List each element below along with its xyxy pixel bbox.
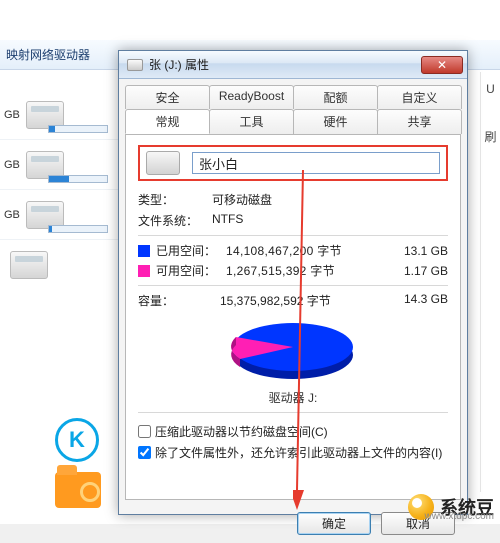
drive-usage-bar: [48, 175, 108, 183]
drive-item[interactable]: GB: [0, 90, 130, 140]
cap-human: 14.3 GB: [392, 292, 448, 309]
drive-size-label: GB: [4, 159, 20, 171]
drive-icon: [127, 59, 143, 71]
index-checkbox[interactable]: [138, 446, 151, 459]
drive-size-label: GB: [4, 109, 20, 121]
index-checkbox-row[interactable]: 除了文件属性外，还允许索引此驱动器上文件的内容(I): [138, 444, 448, 461]
fs-key: 文件系统：: [138, 212, 202, 229]
type-val: 可移动磁盘: [212, 191, 272, 208]
k-letter: K: [69, 427, 85, 453]
dialog-tabs: 安全 ReadyBoost 配额 自定义 常规 工具 硬件 共享: [119, 79, 467, 134]
drive-name-row: [138, 145, 448, 181]
drive-usage-bar: [48, 125, 108, 133]
tab-sharing[interactable]: 共享: [377, 109, 462, 134]
drive-item[interactable]: GB: [0, 190, 130, 240]
drive-properties-dialog: 张 (J:) 属性 ✕ 安全 ReadyBoost 配额 自定义 常规 工具 硬…: [118, 50, 468, 515]
explorer-right-strip: U 刷: [480, 72, 500, 492]
right-label-1: U: [481, 82, 500, 96]
tab-customize[interactable]: 自定义: [377, 85, 462, 109]
tab-general[interactable]: 常规: [125, 109, 210, 134]
used-human: 13.1 GB: [392, 244, 448, 258]
drive-size-label: GB: [4, 209, 20, 221]
used-bytes: 14,108,467,200 字节: [226, 242, 386, 259]
tab-readyboost[interactable]: ReadyBoost: [209, 85, 294, 109]
tab-hardware[interactable]: 硬件: [293, 109, 378, 134]
free-swatch: [138, 265, 150, 277]
watermark-url: www.xtdpc.com: [425, 511, 494, 522]
drive-icon: [146, 151, 180, 175]
hdd-icon: [10, 251, 48, 279]
watermark: 系统豆 www.xtdpc.com: [408, 494, 494, 520]
dialog-title: 张 (J:) 属性: [149, 56, 415, 73]
free-human: 1.17 GB: [392, 264, 448, 278]
compress-checkbox[interactable]: [138, 425, 151, 438]
close-button[interactable]: ✕: [421, 56, 463, 74]
type-key: 类型：: [138, 191, 202, 208]
pie-caption: 驱动器 J:: [138, 389, 448, 406]
general-panel: 类型： 可移动磁盘 文件系统： NTFS 已用空间： 14,108,467,20…: [125, 134, 461, 500]
index-label: 除了文件属性外，还允许索引此驱动器上文件的内容(I): [155, 444, 442, 461]
separator: [138, 412, 448, 413]
separator: [138, 285, 448, 286]
fs-val: NTFS: [212, 212, 243, 229]
drive-item[interactable]: GB: [0, 140, 130, 190]
used-label: 已用空间：: [156, 242, 220, 259]
app-shortcut-k[interactable]: K: [55, 418, 107, 470]
drive-item[interactable]: [0, 240, 130, 290]
free-label: 可用空间：: [156, 262, 220, 279]
space-pie-chart: [138, 317, 448, 387]
dialog-titlebar[interactable]: 张 (J:) 属性 ✕: [119, 51, 467, 79]
compress-checkbox-row[interactable]: 压缩此驱动器以节约磁盘空间(C): [138, 423, 448, 440]
drive-label-input[interactable]: [192, 152, 440, 174]
separator: [138, 235, 448, 236]
cap-label: 容量：: [138, 292, 220, 309]
cap-bytes: 15,375,982,592 字节: [220, 292, 392, 309]
compress-label: 压缩此驱动器以节约磁盘空间(C): [155, 423, 328, 440]
drive-list: GB GB GB: [0, 90, 130, 290]
tab-quota[interactable]: 配额: [293, 85, 378, 109]
tab-security[interactable]: 安全: [125, 85, 210, 109]
used-swatch: [138, 245, 150, 257]
tab-tools[interactable]: 工具: [209, 109, 294, 134]
folder-shortcut[interactable]: [55, 472, 107, 524]
right-label-2: 刷: [481, 128, 500, 145]
toolbar-map-drive[interactable]: 映射网络驱动器: [6, 46, 90, 63]
free-bytes: 1,267,515,392 字节: [226, 262, 386, 279]
drive-usage-bar: [48, 225, 108, 233]
